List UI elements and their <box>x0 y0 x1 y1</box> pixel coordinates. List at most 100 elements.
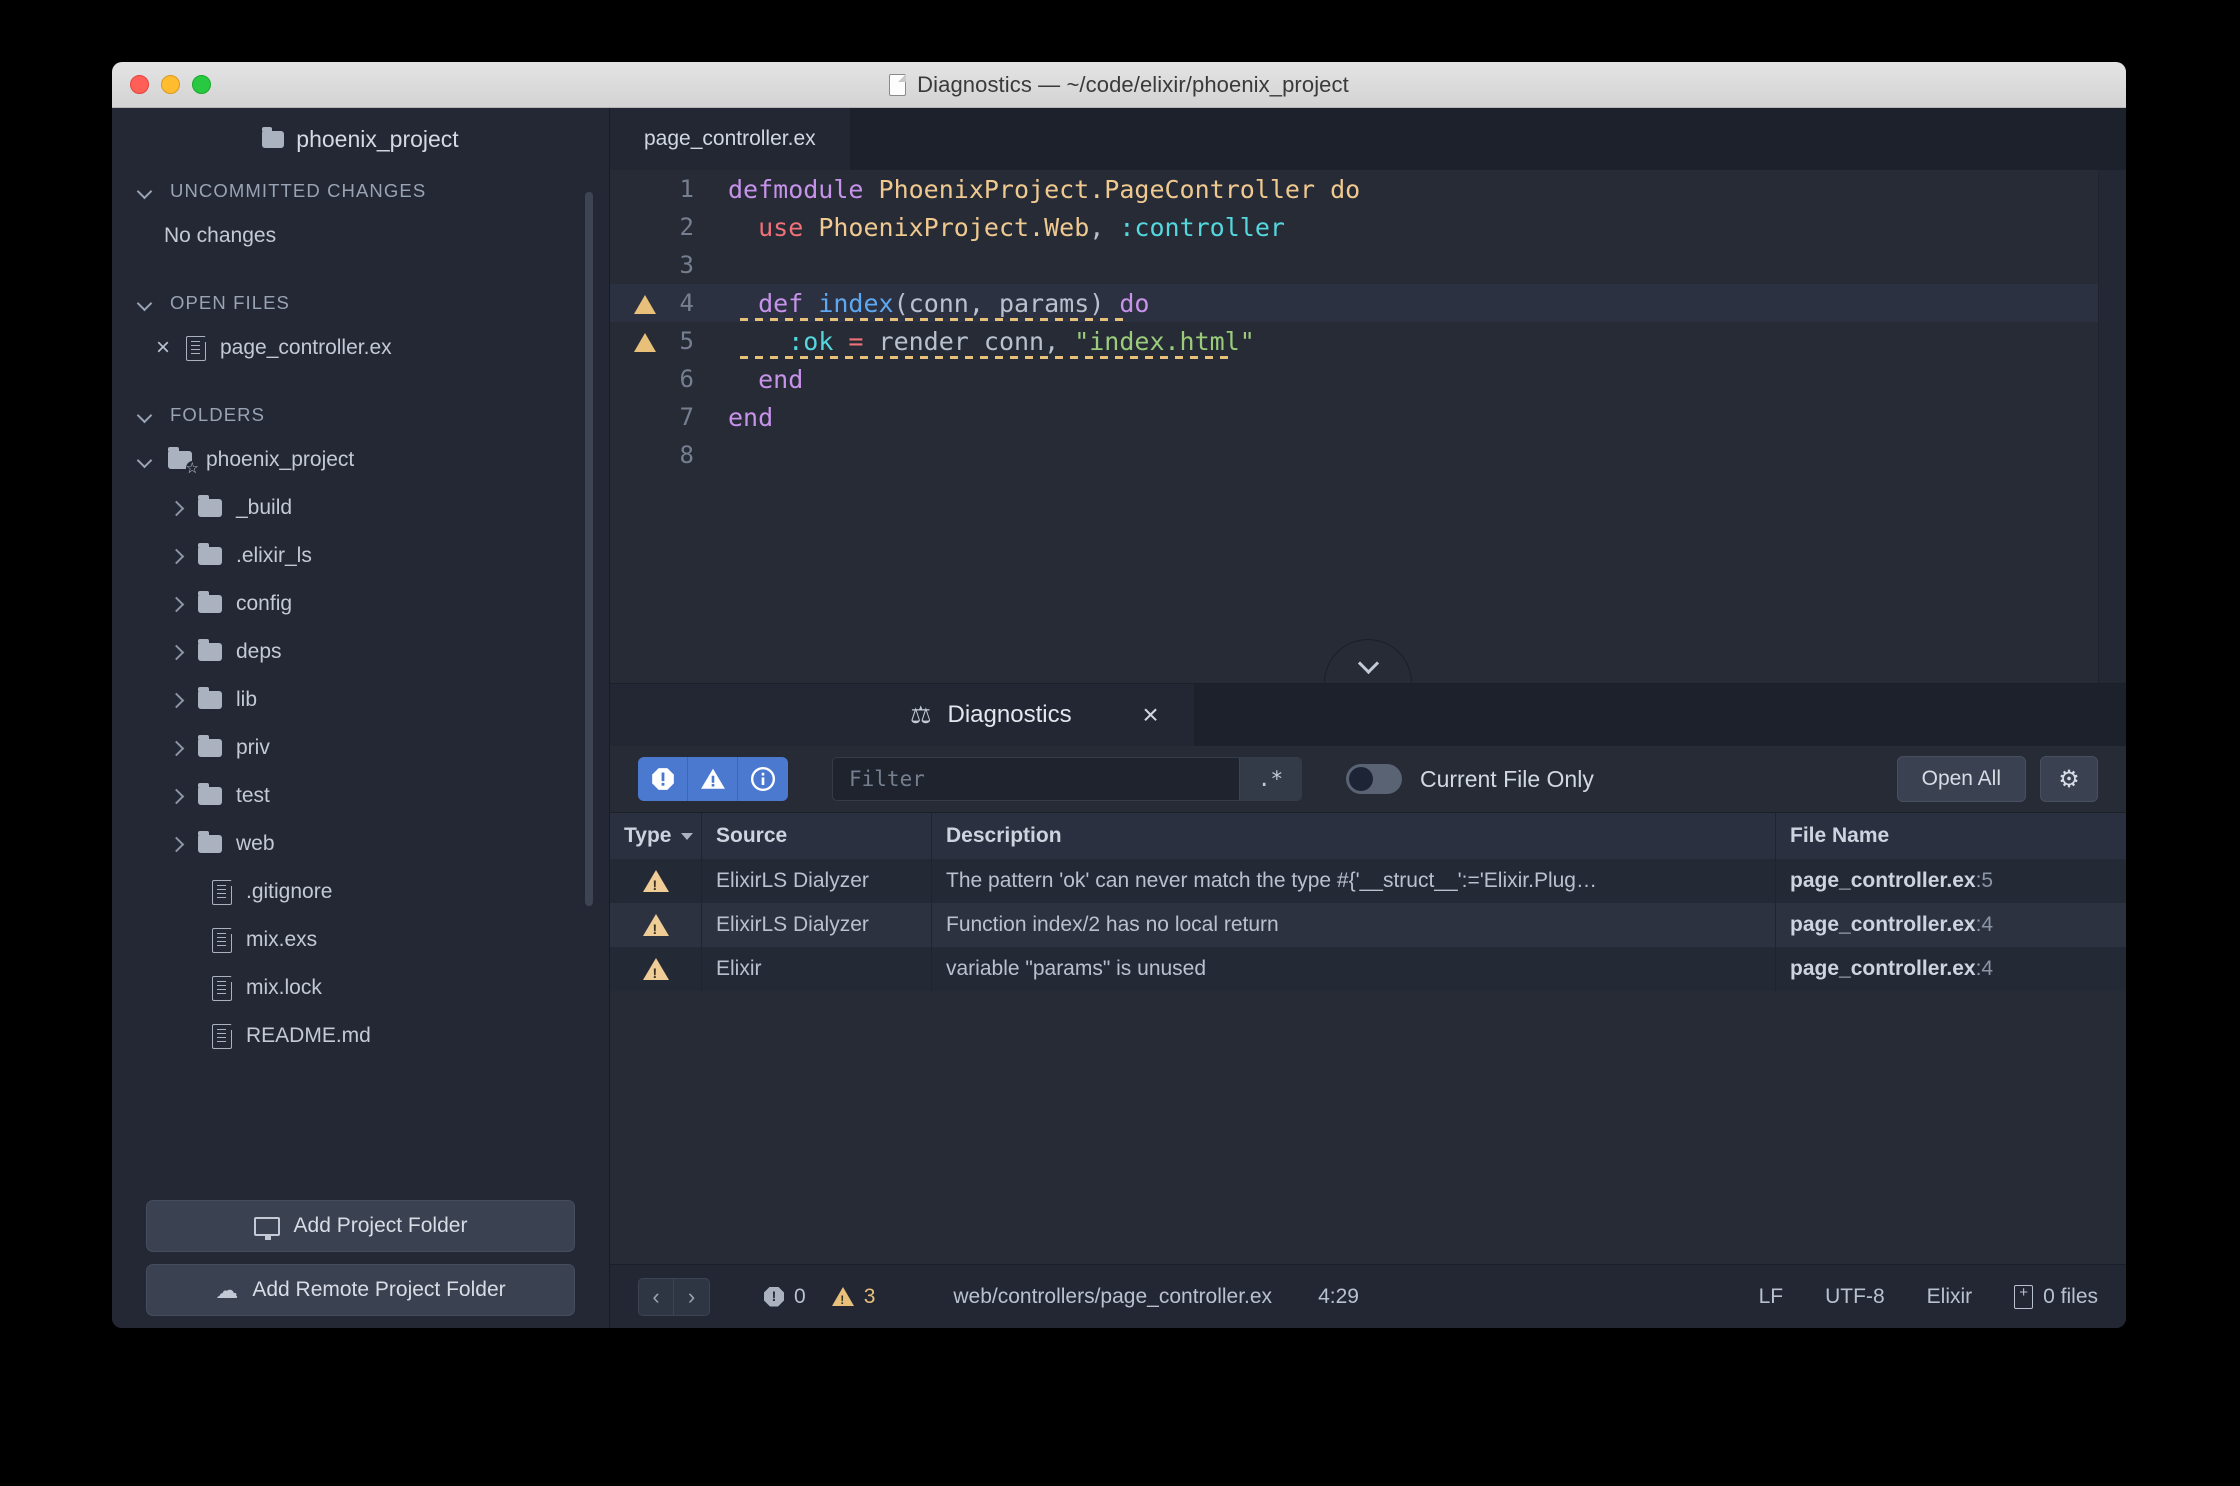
filter-input[interactable] <box>833 767 1239 791</box>
tree-file-mix-lock[interactable]: mix.lock <box>112 964 609 1012</box>
tree-file-mix-exs[interactable]: mix.exs <box>112 916 609 964</box>
warning-triangle-icon <box>642 914 669 937</box>
filter-field[interactable]: .* <box>832 757 1302 801</box>
code-line-6: 6 end <box>610 360 2126 398</box>
code-editor[interactable]: 1 defmodule PhoenixProject.PageController… <box>610 170 2126 684</box>
tree-file-label: .gitignore <box>246 880 333 903</box>
severity-filter-group <box>638 757 788 801</box>
section-open-files[interactable]: OPEN FILES <box>112 282 609 324</box>
line-number: 8 <box>679 441 694 469</box>
open-all-button[interactable]: Open All <box>1896 756 2026 802</box>
tab-page-controller[interactable]: page_controller.ex <box>610 108 850 170</box>
gutter-warning-icon[interactable] <box>610 329 656 353</box>
line-number: 3 <box>679 251 694 279</box>
section-uncommitted-changes[interactable]: UNCOMMITTED CHANGES <box>112 170 609 212</box>
table-header-row: Type Source Description File Name <box>610 813 2126 859</box>
folder-icon <box>198 495 222 517</box>
tree-folder-priv[interactable]: priv <box>112 724 609 772</box>
current-file-only-control[interactable]: Current File Only <box>1346 764 1594 794</box>
warning-count[interactable]: 3 <box>831 1285 875 1309</box>
add-project-folder-button[interactable]: Add Project Folder <box>146 1200 575 1252</box>
add-remote-project-folder-button[interactable]: ☁ Add Remote Project Folder <box>146 1264 575 1316</box>
sidebar-scrollbar[interactable] <box>585 192 593 906</box>
file-icon <box>212 926 233 953</box>
column-header-file-name[interactable]: File Name <box>1776 813 2126 859</box>
diagnostics-panel: ⚖ Diagnostics × Filter .* Current File O… <box>610 684 2126 1264</box>
line-number: 7 <box>679 403 694 431</box>
sidebar-buttons: Add Project Folder ☁ Add Remote Project … <box>112 1190 609 1328</box>
current-file-only-toggle[interactable] <box>1346 764 1402 794</box>
chevron-right-icon[interactable] <box>168 548 184 564</box>
tree-folder-test[interactable]: test <box>112 772 609 820</box>
sidebar-scroll-area[interactable]: UNCOMMITTED CHANGES No changes OPEN FILE… <box>112 170 609 1190</box>
gutter-warning-icon[interactable] <box>610 291 656 315</box>
current-file-only-label: Current File Only <box>1420 765 1594 792</box>
open-file-label: page_controller.ex <box>220 336 392 359</box>
tree-folder-elixir_ls[interactable]: .elixir_ls <box>112 532 609 580</box>
chevron-right-icon[interactable] <box>168 644 184 660</box>
tab-diagnostics[interactable]: ⚖ Diagnostics × <box>910 684 1194 746</box>
gear-icon[interactable]: ⚙ <box>2040 756 2098 802</box>
section-folders[interactable]: FOLDERS <box>112 394 609 436</box>
files-indicator[interactable]: 0 files <box>2014 1284 2098 1309</box>
table-row[interactable]: ElixirLS DialyzerFunction index/2 has no… <box>610 903 2126 947</box>
tree-folder-web[interactable]: web <box>112 820 609 868</box>
tree-folder-build[interactable]: _build <box>112 484 609 532</box>
language-indicator[interactable]: Elixir <box>1927 1285 1973 1309</box>
chevron-right-icon[interactable] <box>168 500 184 516</box>
tree-folder-deps[interactable]: deps <box>112 628 609 676</box>
star-icon: ☆ <box>185 460 199 477</box>
file-add-icon <box>2014 1284 2034 1309</box>
filter-errors-button[interactable] <box>638 757 688 801</box>
diagnostics-table[interactable]: Type Source Description File Name ! Elix… <box>610 812 2126 1264</box>
code-line-7: 7 end <box>610 398 2126 436</box>
panel-collapse-handle[interactable] <box>1324 639 1412 683</box>
column-header-description[interactable]: Description <box>932 813 1776 859</box>
tree-file--gitignore[interactable]: .gitignore <box>112 868 609 916</box>
close-window-button[interactable] <box>130 75 149 94</box>
error-count[interactable]: 0 <box>764 1285 806 1309</box>
zoom-window-button[interactable] <box>192 75 211 94</box>
cursor-position[interactable]: 4:29 <box>1318 1285 1359 1309</box>
chevron-right-icon[interactable] <box>168 788 184 804</box>
open-file-item[interactable]: × page_controller.ex <box>112 324 609 372</box>
close-panel-button[interactable]: × <box>1136 701 1166 729</box>
minimize-window-button[interactable] <box>161 75 180 94</box>
filter-warnings-button[interactable] <box>688 757 738 801</box>
table-row[interactable]: Elixirvariable "params" is unusedpage_co… <box>610 947 2126 991</box>
table-row[interactable]: ElixirLS DialyzerThe pattern 'ok' can ne… <box>610 859 2126 903</box>
folder-icon <box>262 126 285 148</box>
regex-toggle-button[interactable]: .* <box>1239 758 1301 800</box>
chevron-right-icon[interactable] <box>168 596 184 612</box>
column-header-type[interactable]: Type <box>610 813 702 859</box>
tree-folder-lib[interactable]: lib <box>112 676 609 724</box>
filter-info-button[interactable] <box>738 757 788 801</box>
code-line-5: 5 :ok = render conn, "index.html" <box>610 322 2126 360</box>
chevron-right-icon[interactable] <box>168 692 184 708</box>
tree-file-README-md[interactable]: README.md <box>112 1012 609 1060</box>
file-name-text: page_controller.ex <box>1790 957 1976 980</box>
close-file-icon[interactable]: × <box>154 336 172 360</box>
column-header-source[interactable]: Source <box>702 813 932 859</box>
nav-forward-button[interactable]: › <box>674 1277 710 1316</box>
folder-icon <box>198 831 222 853</box>
cell-file-name: page_controller.ex:4 <box>1776 947 2126 991</box>
code-token: do <box>1330 174 1361 204</box>
file-icon <box>186 334 207 361</box>
encoding-indicator[interactable]: UTF-8 <box>1825 1285 1885 1309</box>
file-icon <box>212 878 233 905</box>
chevron-right-icon[interactable] <box>168 836 184 852</box>
tree-root-phoenix-project[interactable]: ☆ phoenix_project <box>112 436 609 484</box>
tabbar-filler <box>849 108 2126 170</box>
editor-minimap-gutter[interactable] <box>2098 170 2126 683</box>
chevron-down-icon[interactable] <box>138 452 154 468</box>
chevron-right-icon[interactable] <box>168 740 184 756</box>
sort-descending-icon <box>681 832 694 840</box>
status-file-path[interactable]: web/controllers/page_controller.ex <box>953 1285 1272 1309</box>
nav-back-button[interactable]: ‹ <box>638 1277 674 1316</box>
code-token: (conn, params) <box>893 288 1120 318</box>
line-ending-indicator[interactable]: LF <box>1759 1285 1784 1309</box>
project-header[interactable]: phoenix_project <box>112 108 609 170</box>
tree-folder-config[interactable]: config <box>112 580 609 628</box>
